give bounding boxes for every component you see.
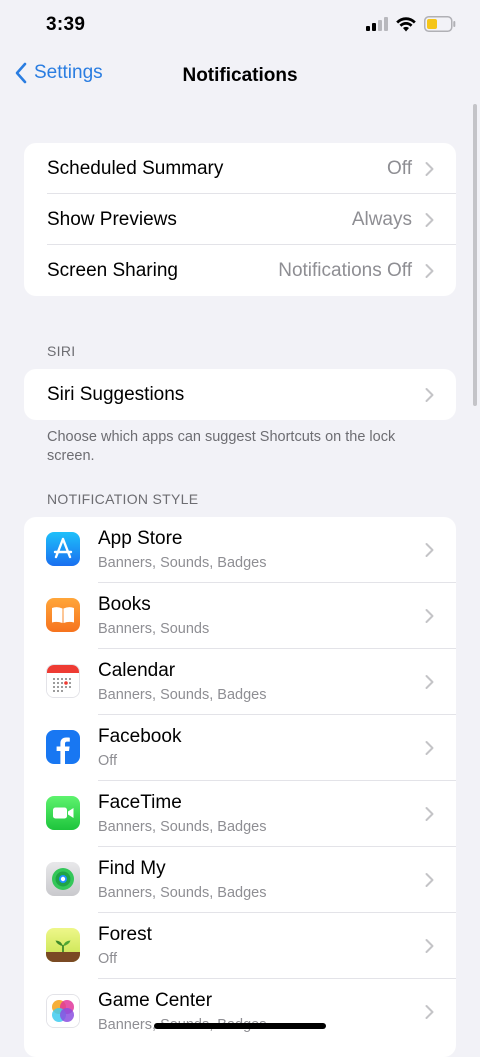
chevron-right-icon [425,212,434,227]
app-notification-detail: Off [98,753,118,769]
app-notification-detail: Banners, Sounds, Badges [98,819,267,835]
row-label: Siri Suggestions [47,383,185,405]
app-notification-detail: Banners, Sounds, Badges [98,885,267,901]
row-value: Notifications Off [278,259,412,281]
chevron-right-icon [425,675,434,689]
app-notification-detail: Off [98,951,118,967]
app-name: Calendar [98,660,176,681]
app-name: Books [98,594,151,615]
calendar-icon [46,664,80,698]
general-settings-group: Scheduled Summary Off Show Previews Alwa… [24,143,456,296]
siri-section-header: SIRI [47,343,76,359]
app-notification-detail: Banners, Sounds, Badges [98,687,267,703]
siri-footer-note: Choose which apps can suggest Shortcuts … [47,429,396,464]
app-row-facetime[interactable]: FaceTime Banners, Sounds, Badges [24,781,456,847]
facebook-icon [46,730,80,764]
facetime-icon [46,796,80,830]
screen-sharing-row[interactable]: Screen Sharing Notifications Off [24,245,456,296]
cellular-signal-icon [366,17,388,31]
row-value: Off [387,157,412,179]
row-label: Show Previews [47,208,177,230]
status-bar: 3:39 [0,0,480,52]
app-name: Forest [98,924,152,945]
app-row-app-store[interactable]: App Store Banners, Sounds, Badges [24,517,456,583]
scheduled-summary-row[interactable]: Scheduled Summary Off [24,143,456,194]
app-list-group: App Store Banners, Sounds, Badges Books … [24,517,456,1057]
row-label: Screen Sharing [47,259,178,281]
forest-icon [46,928,80,962]
app-notification-detail: Banners, Sounds, Badges [98,555,267,571]
app-row-game-center[interactable]: Game Center Banners, Sounds, Badges [24,979,456,1045]
app-notification-detail: Banners, Sounds [98,621,210,637]
notification-style-header: NOTIFICATION STYLE [47,491,199,507]
app-name: Find My [98,858,166,879]
home-indicator[interactable] [154,1023,326,1029]
page-title: Notifications [182,65,298,86]
chevron-right-icon [425,609,434,623]
app-store-icon [46,532,80,566]
books-icon [46,598,80,632]
row-value: Always [351,208,412,230]
chevron-right-icon [425,741,434,755]
app-row-calendar[interactable]: Calendar Banners, Sounds, Badges [24,649,456,715]
app-row-find-my[interactable]: Find My Banners, Sounds, Badges [24,847,456,913]
app-row-forest[interactable]: Forest Off [24,913,456,979]
chevron-right-icon [425,873,434,887]
status-icons [366,16,456,32]
navigation-bar: Settings Notifications [0,52,480,102]
chevron-right-icon [425,263,434,278]
status-time: 3:39 [46,14,86,35]
app-name: Facebook [98,726,182,747]
wifi-icon [396,16,416,31]
chevron-right-icon [425,1005,434,1019]
scroll-indicator[interactable] [473,104,477,406]
chevron-right-icon [425,543,434,557]
app-name: FaceTime [98,792,182,813]
battery-icon [424,16,456,32]
chevron-right-icon [425,387,434,402]
siri-group: Siri Suggestions [24,369,456,420]
siri-suggestions-row[interactable]: Siri Suggestions [24,369,456,420]
app-name: Game Center [98,990,213,1011]
chevron-right-icon [425,807,434,821]
chevron-right-icon [425,939,434,953]
game-center-icon [46,994,80,1028]
app-row-books[interactable]: Books Banners, Sounds [24,583,456,649]
show-previews-row[interactable]: Show Previews Always [24,194,456,245]
chevron-right-icon [425,161,434,176]
row-label: Scheduled Summary [47,157,224,179]
find-my-icon [46,862,80,896]
app-row-facebook[interactable]: Facebook Off [24,715,456,781]
app-name: App Store [98,528,183,549]
